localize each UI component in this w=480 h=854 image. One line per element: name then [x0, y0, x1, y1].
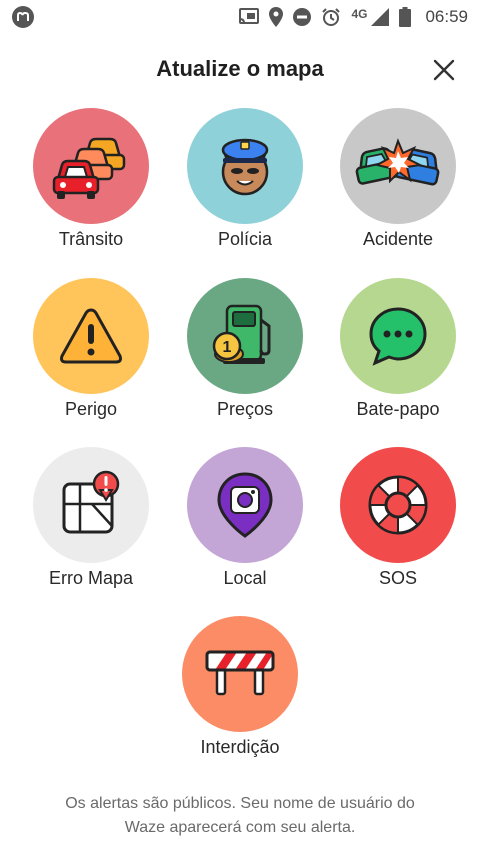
place-circle	[187, 447, 303, 563]
report-closure-button[interactable]: Interdição	[170, 616, 310, 758]
report-closure-label: Interdição	[200, 737, 280, 757]
traffic-jam-icon	[52, 137, 126, 199]
notice-line-1: Os alertas são públicos. Seu nome de usu…	[65, 795, 415, 812]
chat-bubble-icon	[369, 307, 427, 366]
gas-pump-icon: 1	[212, 304, 271, 364]
warning-triangle-icon	[60, 308, 122, 364]
clock: 06:59	[425, 7, 468, 26]
report-accident-button[interactable]: Acidente	[328, 108, 468, 250]
police-circle	[187, 108, 303, 224]
gas-prices-circle: 1	[187, 278, 303, 394]
sos-circle	[340, 447, 456, 563]
accident-circle	[340, 108, 456, 224]
network-type: 4G	[351, 7, 368, 21]
report-accident-label: Acidente	[362, 229, 434, 249]
report-chat-label: Bate-papo	[356, 399, 440, 419]
report-traffic-label: Trânsito	[58, 229, 124, 249]
svg-text:1: 1	[223, 339, 232, 356]
report-map-error-label: Erro Mapa	[48, 568, 134, 588]
report-place-button[interactable]: Local	[175, 447, 315, 589]
report-police-button[interactable]: Polícia	[175, 108, 315, 250]
header: Atualize o mapa	[0, 52, 480, 88]
public-alert-notice: Os alertas são públicos. Seu nome de usu…	[0, 792, 480, 840]
road-barrier-icon	[205, 650, 275, 696]
location-icon	[269, 7, 284, 27]
report-hazard-label: Perigo	[64, 399, 118, 419]
police-officer-icon	[221, 138, 269, 196]
report-sos-label: SOS	[378, 568, 417, 588]
map-error-circle	[33, 447, 149, 563]
report-gas-prices-label: Preços	[216, 399, 274, 419]
hazard-circle	[33, 278, 149, 394]
do-not-disturb-icon	[293, 8, 312, 26]
place-camera-icon	[217, 472, 273, 538]
close-icon[interactable]	[432, 58, 456, 82]
car-crash-icon	[355, 138, 440, 186]
traffic-circle	[33, 108, 149, 224]
report-map-error-button[interactable]: Erro Mapa	[21, 447, 161, 589]
battery-icon	[399, 7, 412, 27]
signal-icon	[371, 8, 390, 26]
lifebuoy-icon	[368, 475, 428, 535]
report-police-label: Polícia	[217, 229, 273, 249]
notice-line-2: Waze aparecerá com seu alerta.	[124, 819, 356, 836]
map-error-icon	[62, 470, 120, 534]
closure-circle	[182, 616, 298, 732]
chat-circle	[340, 278, 456, 394]
page-title: Atualize o mapa	[156, 56, 324, 81]
app-notification-icon	[12, 6, 34, 28]
report-traffic-button[interactable]: Trânsito	[21, 108, 161, 250]
report-gas-prices-button[interactable]: 1 Preços	[175, 278, 315, 420]
report-place-label: Local	[223, 568, 267, 588]
report-chat-button[interactable]: Bate-papo	[328, 278, 468, 420]
alarm-icon	[322, 8, 341, 26]
report-sos-button[interactable]: SOS	[328, 447, 468, 589]
report-hazard-button[interactable]: Perigo	[21, 278, 161, 420]
status-bar: 4G 06:59	[0, 0, 480, 34]
cast-icon	[239, 8, 260, 24]
